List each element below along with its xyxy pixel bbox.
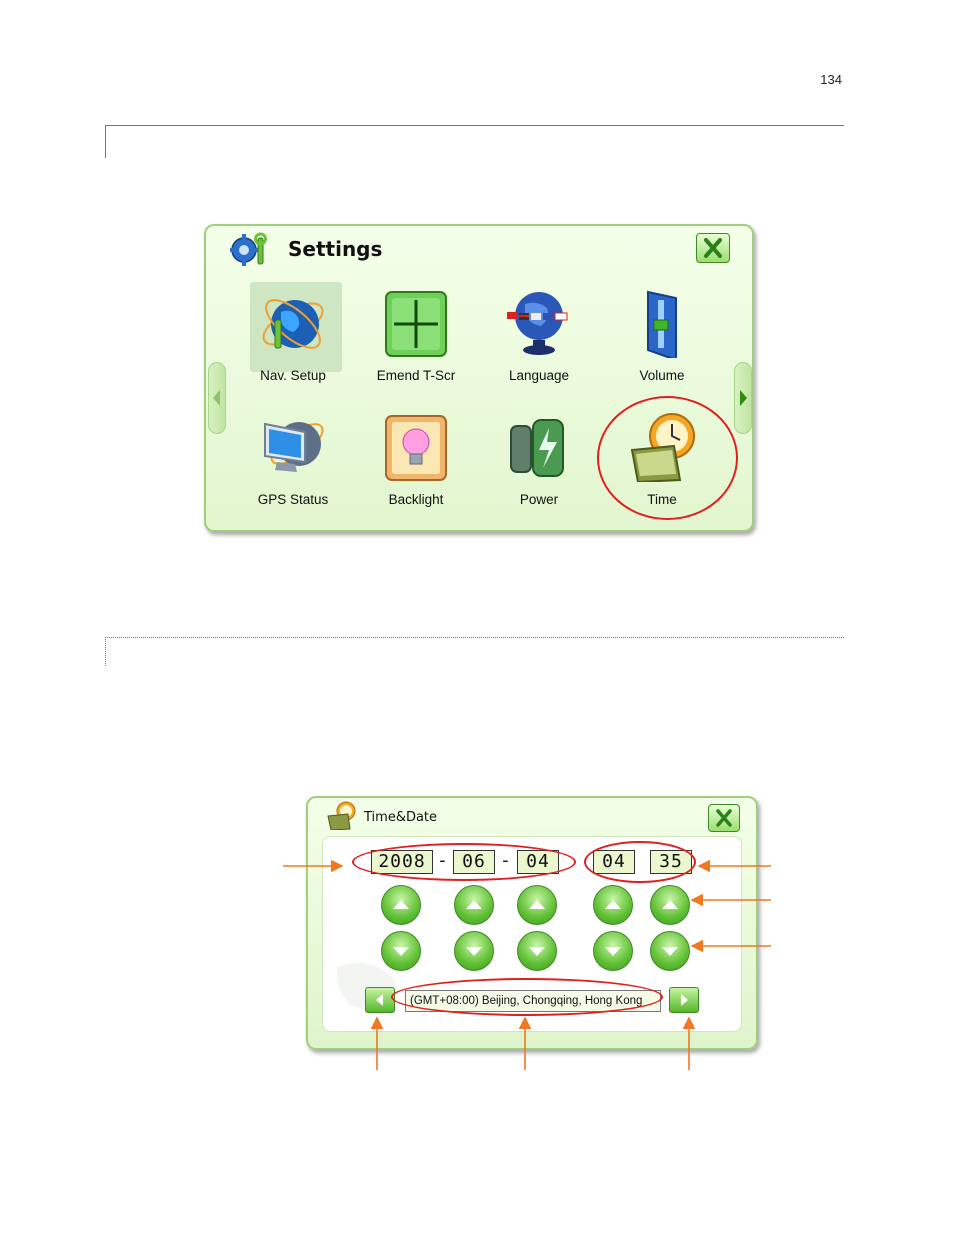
annotation-arrows	[283, 859, 771, 1070]
